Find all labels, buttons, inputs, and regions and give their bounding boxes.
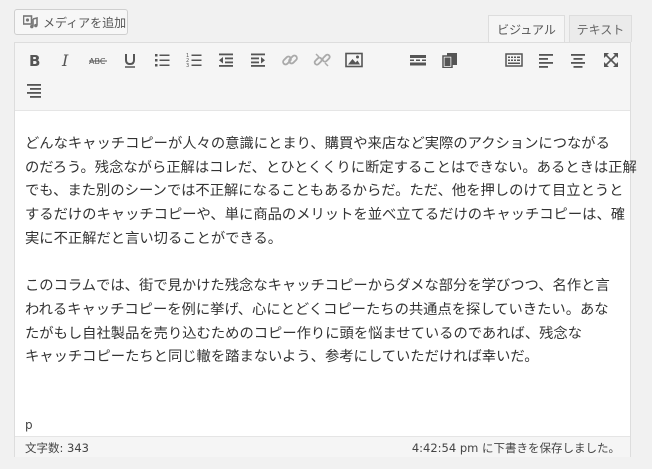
paste-button[interactable] [437, 47, 463, 73]
numbered-list-button[interactable]: 1 2 3 [181, 47, 207, 73]
content-line: たがもし自社製品を売り込むためのコピー作りに頭を悩ませているのであれば、残念な [25, 325, 583, 342]
align-justify-button[interactable] [21, 77, 47, 103]
insert-link-button[interactable] [277, 47, 303, 73]
read-more-button[interactable] [405, 47, 431, 73]
content-line: 実に不正解だと言い切ることができる。 [25, 230, 283, 247]
toolbar-toggle-icon [505, 53, 523, 67]
element-path[interactable]: p [25, 418, 33, 432]
status-bar: 文字数: 343 4:42:54 pm に下書きを保存しました。 [15, 436, 630, 457]
indent-button[interactable] [245, 47, 271, 73]
insert-image-icon [345, 52, 363, 68]
tab-visual[interactable]: ビジュアル [488, 15, 565, 43]
tab-text[interactable]: テキスト [569, 15, 632, 42]
content-line: のだろう。残念ながら正解はコレだ、とひとくくりに断定することはできない。あるとき… [25, 159, 637, 176]
outdent-button[interactable] [213, 47, 239, 73]
tab-text-label: テキスト [576, 22, 625, 37]
svg-text:B: B [29, 52, 40, 68]
numbered-list-icon: 1 2 3 [186, 53, 202, 68]
content-line: するだけのキャッチコピーや、単に商品のメリットを並べ立てるだけのキャッチコピーは… [25, 207, 626, 224]
underline-button[interactable] [117, 47, 143, 73]
svg-text:3: 3 [186, 63, 189, 68]
bold-icon: B [29, 52, 40, 68]
outdent-icon [219, 53, 233, 67]
media-icon [23, 15, 38, 29]
underline-icon [125, 54, 135, 68]
svg-text:I: I [61, 52, 69, 68]
add-media-label: メディアを追加 [43, 15, 127, 30]
unlink-icon [313, 53, 331, 67]
content-line: われるキャッチコピーを例に挙げ、心にとどくコピーたちの共通点を探していきたい。あ… [25, 301, 609, 318]
align-left-button[interactable] [533, 47, 559, 73]
fullscreen-button[interactable] [598, 47, 624, 73]
italic-icon: I [61, 52, 69, 68]
content-line: どんなキャッチコピーが人々の意識にとまり、購買や来店など実際のアクションにつなが… [25, 136, 610, 152]
unlink-button[interactable] [309, 47, 335, 73]
align-center-icon [571, 54, 585, 68]
add-media-button[interactable]: メディアを追加 [14, 9, 128, 35]
italic-button[interactable]: I [53, 47, 79, 73]
word-count: 文字数: 343 [25, 441, 89, 455]
content-line: キャッチコピーたちと同じ轍を踏まないよう、参考にしていただければ幸いだ。 [25, 349, 539, 366]
read-more-icon [410, 55, 426, 66]
strikethrough-button[interactable]: ABC [85, 47, 111, 73]
bulleted-list-button[interactable] [149, 47, 175, 73]
toolbar-toggle-button[interactable] [501, 47, 527, 73]
content-line: このコラムでは、街で見かけた残念なキャッチコピーからダメな部分を学びつつ、名作と… [25, 278, 610, 295]
fullscreen-icon [604, 53, 618, 67]
align-justify-icon [27, 84, 41, 98]
autosave-status: 4:42:54 pm に下書きを保存しました。 [411, 441, 620, 455]
insert-link-icon [282, 54, 298, 66]
bulleted-list-icon [155, 54, 170, 67]
bold-button[interactable]: B [21, 47, 47, 73]
tab-visual-label: ビジュアル [497, 23, 556, 37]
content-line: でも、また別のシーンでは不正解になることもあるからだ。ただ、他を押しのけて目立と… [25, 183, 624, 200]
align-center-button[interactable] [565, 47, 591, 73]
paste-icon [442, 53, 457, 68]
strikethrough-icon: ABC [89, 57, 107, 66]
editor-frame: B I ABC 1 2 3 どんなキャッチコピーが人々の意識にとまり、購買や来店… [14, 42, 637, 457]
align-left-icon [539, 54, 553, 68]
insert-image-button[interactable] [341, 47, 367, 73]
indent-icon [251, 53, 265, 67]
editor-toolbar: B I ABC 1 2 3 [15, 43, 630, 111]
editor-content[interactable]: どんなキャッチコピーが人々の意識にとまり、購買や来店など実際のアクションにつなが… [25, 133, 637, 370]
